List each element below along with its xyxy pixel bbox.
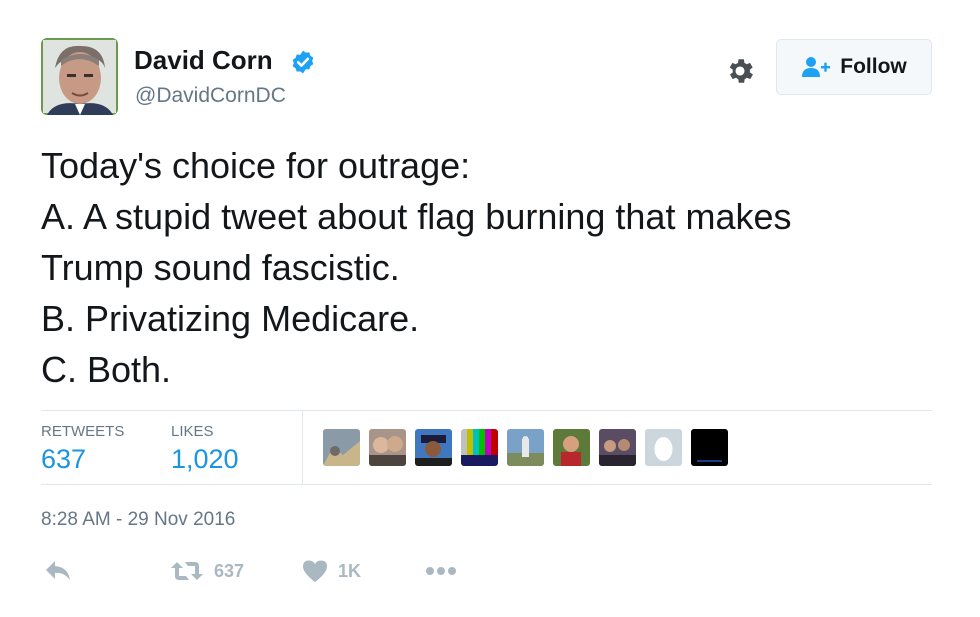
- liker-avatar[interactable]: [369, 429, 406, 466]
- tweet-text-line: C. Both.: [41, 349, 172, 390]
- follow-button[interactable]: Follow: [776, 39, 932, 95]
- retweet-count: 637: [214, 560, 245, 581]
- tweet-text-line: B. Privatizing Medicare.: [41, 298, 420, 339]
- reply-button[interactable]: [44, 559, 72, 583]
- tweet-text-line: Today's choice for outrage:: [41, 145, 471, 186]
- like-count: 1K: [338, 560, 362, 581]
- tweet-text-line: Trump sound fascistic.: [41, 247, 400, 288]
- egg-avatar-icon[interactable]: [645, 429, 682, 466]
- retweet-icon: [171, 562, 203, 580]
- liker-avatar[interactable]: [323, 429, 360, 466]
- gear-icon[interactable]: [724, 55, 756, 87]
- retweets-label: RETWEETS: [41, 423, 125, 440]
- author-handle[interactable]: @DavidCornDC: [135, 82, 286, 110]
- follow-button-label: Follow: [840, 55, 907, 78]
- liker-avatars: [323, 429, 728, 466]
- retweets-count[interactable]: 637: [41, 443, 86, 475]
- stats-vertical-divider: [302, 410, 303, 484]
- likes-count[interactable]: 1,020: [171, 443, 239, 475]
- tweet-text: Today's choice for outrage: A. A stupid t…: [41, 140, 961, 395]
- liker-avatar[interactable]: [691, 429, 728, 466]
- follow-user-icon: [802, 57, 831, 77]
- stats-top-divider: [41, 410, 932, 411]
- verified-badge-icon: [292, 50, 314, 74]
- liker-avatar[interactable]: [553, 429, 590, 466]
- tweet-text-line: A. A stupid tweet about flag burning tha…: [41, 196, 792, 237]
- author-name[interactable]: David Corn: [134, 44, 273, 76]
- stats-bottom-divider: [41, 484, 932, 485]
- liker-avatar[interactable]: [415, 429, 452, 466]
- liker-avatar[interactable]: [507, 429, 544, 466]
- heart-icon: [303, 560, 327, 582]
- retweet-button[interactable]: 637: [170, 559, 244, 583]
- more-icon: [426, 567, 456, 575]
- liker-avatar[interactable]: [461, 429, 498, 466]
- avatar[interactable]: [41, 38, 118, 115]
- like-button[interactable]: 1K: [302, 559, 361, 583]
- likes-label: LIKES: [171, 423, 214, 440]
- more-button[interactable]: [425, 559, 457, 583]
- reply-icon: [46, 561, 70, 580]
- tweet-timestamp[interactable]: 8:28 AM - 29 Nov 2016: [41, 508, 235, 532]
- liker-avatar[interactable]: [599, 429, 636, 466]
